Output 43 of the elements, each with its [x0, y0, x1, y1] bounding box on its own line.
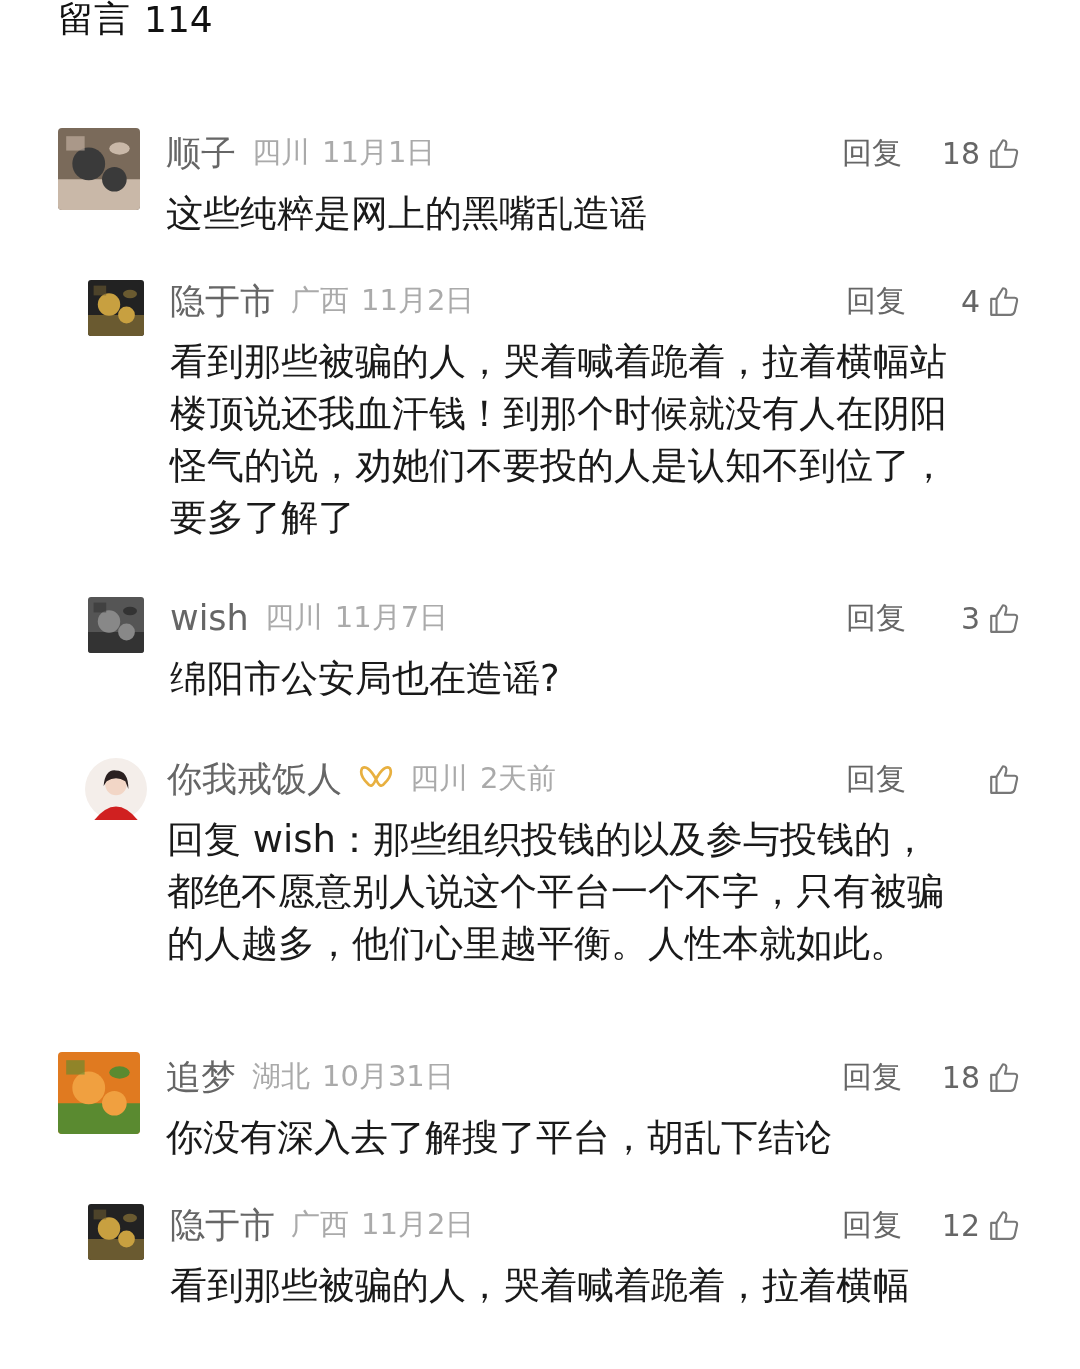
reply-button[interactable]: 回复 [841, 1056, 902, 1098]
date: 11月2日 [361, 282, 475, 319]
thumbs-up-icon[interactable] [988, 285, 1020, 317]
reply-button[interactable]: 回复 [846, 758, 906, 800]
comment-text: 这些纯粹是网上的黑嘴乱造谣 [166, 191, 648, 237]
comments-title: 留言 [58, 0, 130, 41]
date: 11月2日 [361, 1206, 475, 1243]
thumbs-up-icon[interactable] [988, 602, 1020, 634]
thumbs-up-icon[interactable] [988, 1061, 1020, 1093]
comment-text: 回复 wish：那些组织投钱的以及参与投钱的，都绝不愿意别人说这个平台一个不字，只有被骗的人越多，他们心里越平衡。人性本就如此。 [167, 817, 945, 967]
comment-text: 看到那些被骗的人，哭着喊着跪着，拉着横幅 [170, 1263, 911, 1309]
like-count: 18 [941, 1059, 980, 1095]
user-name[interactable]: 顺子 [166, 129, 236, 177]
region: 四川 [410, 760, 468, 797]
region: 四川 [252, 134, 310, 171]
thumbs-up-icon[interactable] [988, 763, 1020, 795]
user-name[interactable]: wish [170, 598, 249, 638]
comment-text: 你没有深入去了解搜了平台，胡乱下结论 [166, 1115, 833, 1161]
user-name[interactable]: 隐于市 [170, 277, 275, 325]
user-name[interactable]: 你我戒饭人 [167, 755, 342, 803]
comment-count: 114 [144, 0, 213, 40]
user-name[interactable]: 追梦 [166, 1053, 236, 1101]
date: 10月31日 [322, 1058, 454, 1095]
date: 2天前 [480, 760, 557, 797]
region: 广西 [291, 1206, 349, 1243]
reply-button[interactable]: 回复 [846, 280, 906, 322]
user-name[interactable]: 隐于市 [170, 1201, 275, 1249]
reply-button[interactable]: 回复 [841, 132, 902, 174]
like-count: 4 [959, 283, 980, 319]
region: 湖北 [252, 1058, 310, 1095]
thumbs-up-icon[interactable] [988, 137, 1020, 169]
date: 11月1日 [322, 134, 436, 171]
thumbs-up-icon[interactable] [988, 1209, 1020, 1241]
reply-button[interactable]: 回复 [846, 597, 906, 639]
comment-text: 绵阳市公安局也在造谣? [170, 656, 561, 702]
comment-text: 看到那些被骗的人，哭着喊着跪着，拉着横幅站楼顶说还我血汗钱！到那个时候就没有人在阴阳怪气的说，劝她们不要投的人是认知不到位了，要多了解了 [170, 339, 948, 541]
like-count: 18 [941, 135, 980, 171]
region: 广西 [291, 282, 349, 319]
like-count: 12 [941, 1207, 980, 1243]
date: 11月7日 [334, 599, 449, 636]
region: 四川 [264, 599, 323, 636]
reply-button[interactable]: 回复 [841, 1204, 902, 1246]
like-count: 3 [959, 600, 980, 636]
